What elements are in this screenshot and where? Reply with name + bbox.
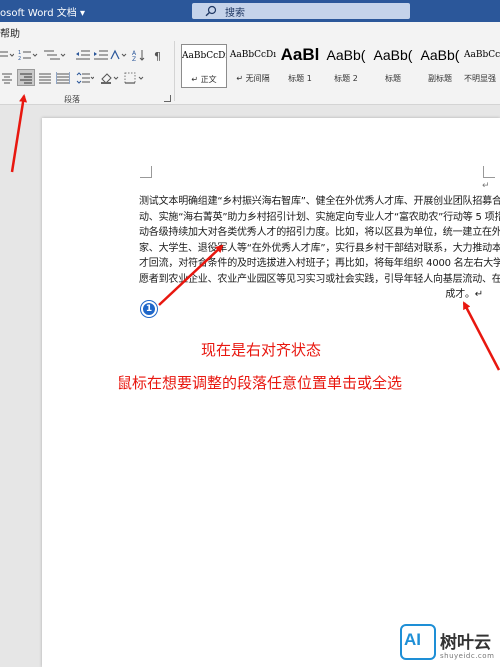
menu-bar: 帮助: [0, 22, 500, 40]
watermark-logo-icon: AI: [400, 624, 436, 660]
svg-text:¶: ¶: [154, 50, 161, 61]
ribbon: 12 AZ ¶ 段落 AaBbCcDı ↵ 正文 AaBbCcDı ↵ 无间隔 …: [0, 39, 500, 105]
style-sample: AaBbCcDı: [464, 50, 500, 60]
style-normal[interactable]: AaBbCcDı ↵ 正文: [181, 44, 227, 88]
style-name: 不明显强: [464, 74, 496, 83]
align-right-icon: [20, 73, 32, 83]
watermark-url: shuyeidc.com: [440, 652, 495, 660]
search-icon: [205, 5, 217, 17]
svg-text:Z: Z: [132, 56, 136, 61]
style-name: 标题 2: [334, 74, 358, 83]
sort-icon[interactable]: AZ: [132, 48, 146, 62]
title-bar: osoft Word 文档 ▾ 搜索: [0, 0, 500, 22]
search-box[interactable]: 搜索: [192, 3, 410, 19]
style-sample: AaBb(: [420, 47, 460, 63]
paragraph-line: 愿者到农业企业、农业产业园区等见习实习或社会实践，引导年轻人向基层流动、在一线: [139, 273, 500, 285]
increase-indent-icon[interactable]: [94, 48, 108, 62]
paragraph-line: 才回流，对符合条件的及时选拔进入村班子；再比如，将每年组织 4000 名左右大学…: [139, 258, 500, 269]
paragraph-line: 成才。↵: [445, 289, 483, 300]
shading-icon[interactable]: [100, 71, 120, 85]
distributed-icon[interactable]: [56, 71, 70, 85]
paragraph-line: 测试文本明确组建“乡村振兴海右智库”、健全在外优秀人才库、开展创业团队招募合作行: [139, 196, 500, 207]
crop-mark-top-left: [140, 166, 152, 178]
style-name: ↵ 无间隔: [236, 74, 270, 83]
paragraph-line: 动、实施“海右菁英”助力乡村招引计划、实施定向专业人才“富农助农”行动等 5 项…: [139, 211, 500, 223]
style-sample: AaBl: [280, 45, 320, 64]
paragraph-group-label: 段落: [64, 95, 80, 104]
annotation-instruction-text: 鼠标在想要调整的段落任意位置单击或全选: [117, 374, 403, 392]
line-spacing-icon[interactable]: [76, 71, 94, 85]
align-center-icon[interactable]: [0, 71, 14, 85]
style-name: 标题 1: [288, 74, 312, 83]
annotation-state-text: 现在是右对齐状态: [201, 341, 322, 359]
svg-text:2: 2: [18, 56, 21, 61]
paragraph-dialog-launcher-icon[interactable]: [164, 95, 171, 102]
style-name: ↵ 正文: [191, 75, 217, 84]
style-sample: AaBb(: [326, 47, 366, 63]
styles-gallery: AaBbCcDı ↵ 正文 AaBbCcDı ↵ 无间隔 AaBl 标题 1 A…: [179, 44, 500, 88]
group-separator: [174, 41, 175, 101]
right-aligned-paragraph[interactable]: 测试文本明确组建“乡村振兴海右智库”、健全在外优秀人才库、开展创业团队招募合作行…: [139, 194, 500, 303]
style-name: 副标题: [428, 74, 452, 83]
style-subtle-emphasis[interactable]: AaBbCcDı 不明显强: [464, 44, 500, 88]
justify-icon[interactable]: [38, 71, 52, 85]
menu-help[interactable]: 帮助: [0, 25, 20, 40]
step-badge: 1: [141, 301, 157, 317]
style-heading-1[interactable]: AaBl 标题 1: [278, 44, 322, 88]
search-label: 搜索: [225, 8, 245, 19]
style-subtitle[interactable]: AaBb( 副标题: [417, 44, 463, 88]
style-title[interactable]: AaBb( 标题: [370, 44, 416, 88]
borders-icon[interactable]: [124, 71, 146, 85]
multilevel-list-icon[interactable]: [44, 48, 66, 62]
watermark-logo-text: AI: [404, 630, 421, 649]
paragraph-mark: ↵: [482, 181, 490, 191]
show-marks-icon[interactable]: ¶: [152, 48, 166, 62]
style-sample: AaBbCcDı: [182, 51, 226, 61]
style-no-spacing[interactable]: AaBbCcDı ↵ 无间隔: [229, 44, 277, 88]
numbering-icon[interactable]: 12: [18, 48, 38, 62]
align-right-button[interactable]: [17, 69, 35, 86]
paragraph-line: 动各级持续加大对各类优秀人才的招引力度。比如，将以区县为单位，统一建立在外企业: [139, 227, 500, 238]
chinese-layout-icon[interactable]: [110, 48, 128, 62]
crop-mark-top-right: [483, 166, 495, 178]
document-title[interactable]: osoft Word 文档 ▾: [0, 4, 85, 19]
watermark: AI 树叶云 shuyeidc.com: [396, 622, 500, 667]
style-sample: AaBbCcDı: [229, 50, 277, 60]
paragraph-line: 家、大学生、退役军人等“在外优秀人才库”，实行县乡村干部结对联系，大力推动本土人: [139, 242, 500, 254]
style-sample: AaBb(: [373, 47, 413, 63]
bullets-dropdown-icon[interactable]: [0, 48, 14, 62]
style-name: 标题: [385, 74, 401, 83]
watermark-name: 树叶云: [440, 633, 491, 653]
word-window: osoft Word 文档 ▾ 搜索 帮助 12 A Z ¶ 段落 AaBbCc…: [0, 0, 500, 667]
style-heading-2[interactable]: AaBb( 标题 2: [323, 44, 369, 88]
decrease-indent-icon[interactable]: [76, 48, 90, 62]
